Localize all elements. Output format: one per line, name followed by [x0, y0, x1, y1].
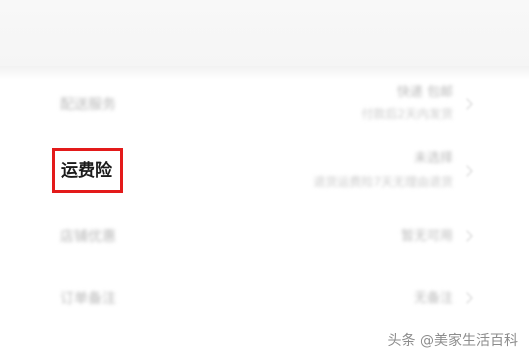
chevron-right-icon: [461, 165, 473, 177]
chevron-right-icon: [461, 292, 473, 304]
row-label-order-note: 订单备注: [60, 291, 116, 307]
row-value-shipping-insurance: 未选择: [413, 151, 453, 166]
row-label-shipping-insurance: 运费险: [61, 161, 112, 181]
row-label-store-discount: 店铺优惠: [60, 229, 116, 245]
row-subvalue-shipping: 付款后2天内发货: [361, 107, 453, 121]
settings-row-order-note[interactable]: 订单备注 无备注: [0, 280, 529, 320]
settings-row-shipping[interactable]: 配送服务 快递 包邮 付款后2天内发货: [0, 78, 529, 138]
chevron-right-icon: [461, 230, 473, 242]
row-label-shipping: 配送服务: [60, 97, 116, 113]
watermark: 头条 @美家生活百科: [387, 333, 518, 349]
row-value-store-discount: 暂无可用: [400, 229, 453, 244]
order-settings-page: 配送服务 快递 包邮 付款后2天内发货 未选择 退货运费险7天无理由退货 运费险…: [0, 0, 529, 359]
row-value-order-note: 无备注: [413, 291, 453, 306]
row-value-shipping: 快递 包邮: [396, 85, 453, 100]
row-subvalue-shipping-insurance: 退货运费险7天无理由退货: [313, 175, 453, 189]
settings-row-store-discount[interactable]: 店铺优惠 暂无可用: [0, 218, 529, 258]
chevron-right-icon: [461, 98, 473, 110]
top-bar-background: [0, 0, 529, 66]
